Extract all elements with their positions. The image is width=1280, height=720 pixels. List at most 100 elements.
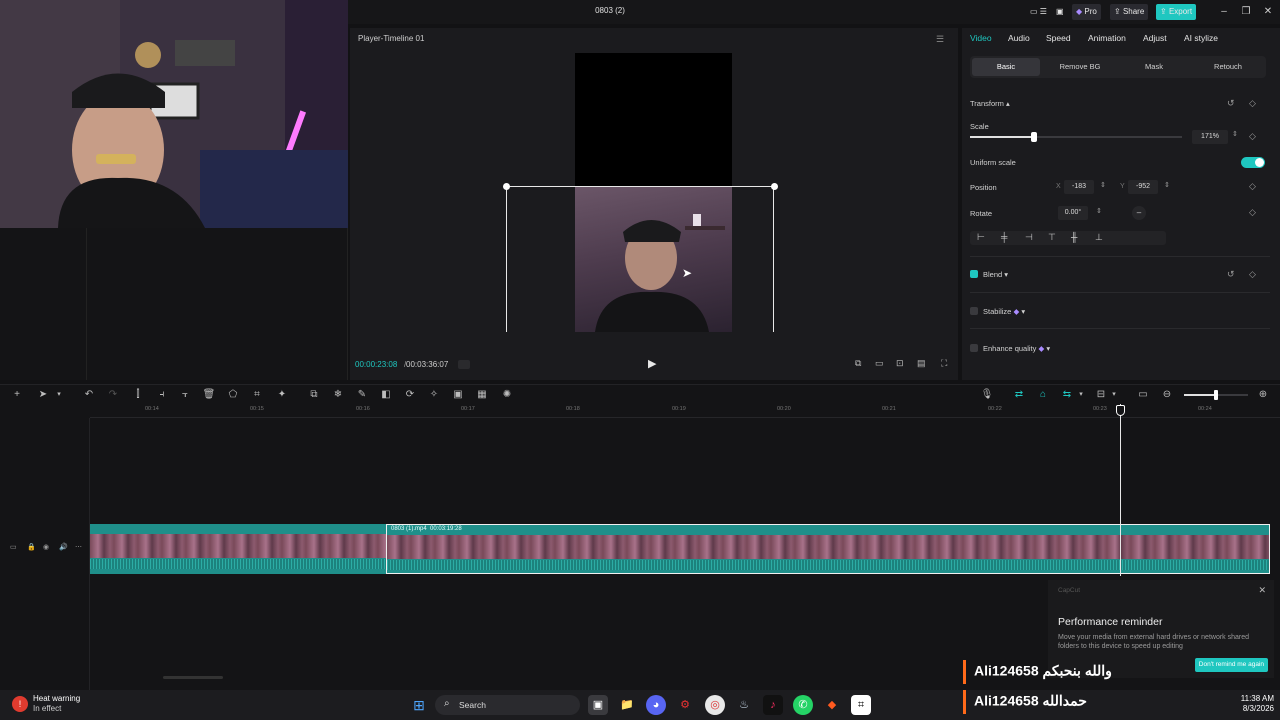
ai-icon[interactable]: ✺ (500, 388, 514, 402)
capcut-icon[interactable]: ⌗ (851, 695, 871, 715)
share-button[interactable]: ⇪ Share (1110, 4, 1149, 20)
align-middle-icon[interactable]: ╫ (1071, 232, 1077, 242)
chrome-icon[interactable]: ◎ (705, 695, 725, 715)
tab-ai-stylize[interactable]: AI stylize (1184, 33, 1218, 43)
whatsapp-icon[interactable]: ✆ (793, 695, 813, 715)
tiktok-icon[interactable]: ♪ (763, 695, 783, 715)
zoom-slider[interactable] (1184, 390, 1248, 400)
screenshot-icon[interactable]: ⊡ (896, 358, 904, 369)
playhead[interactable] (1116, 404, 1125, 576)
time-ruler[interactable]: 00:14 00:15 00:16 00:17 00:18 00:19 00:2… (90, 404, 1280, 418)
search-box[interactable]: ⌕ Search (435, 695, 580, 715)
weather-title[interactable]: Heat warning (33, 694, 80, 703)
subtab-remove-bg[interactable]: Remove BG (1046, 58, 1114, 76)
aspect-icon[interactable]: ▤ (917, 358, 926, 369)
rotate-tool-icon[interactable]: ⟳ (403, 388, 417, 402)
cover-icon[interactable]: ▭ (10, 543, 17, 551)
maximize-icon[interactable]: ❐ (1236, 4, 1256, 20)
scale-value[interactable]: 171% (1192, 130, 1228, 144)
heat-warning-icon[interactable]: ! (12, 696, 28, 712)
preview-icon[interactable]: ⊟ (1094, 388, 1108, 402)
stepper-icon[interactable]: ⇕ (1096, 207, 1102, 215)
volume-icon[interactable]: 🔊 (59, 543, 68, 551)
enhance-label[interactable]: Enhance quality ◆ ▾ (983, 344, 1050, 353)
align-center-icon[interactable]: ╪ (1001, 232, 1007, 242)
tab-speed[interactable]: Speed (1046, 33, 1071, 43)
app-icon[interactable]: ◆ (822, 695, 842, 715)
stabilize-label[interactable]: Stabilize ◆ ▾ (983, 307, 1025, 316)
timecode-format-icon[interactable] (458, 360, 470, 369)
reset-icon[interactable]: ↺ (1227, 98, 1235, 109)
zoom-in-icon[interactable]: ⊕ (1256, 388, 1270, 402)
ratio-icon[interactable]: ▭ (875, 358, 884, 369)
position-x-input[interactable]: -183 (1064, 180, 1094, 194)
keyframe-icon[interactable]: ◇ (1249, 181, 1256, 192)
image-icon[interactable]: ▦ (475, 388, 489, 402)
windows-start-icon[interactable]: ⊞ (409, 695, 429, 715)
effects-icon[interactable]: ✦ (275, 388, 289, 402)
tab-video[interactable]: Video (970, 33, 992, 43)
enhance-checkbox[interactable] (970, 344, 978, 352)
eye-icon[interactable]: ◉ (43, 543, 49, 551)
play-icon[interactable]: ▶ (648, 357, 656, 370)
crop-icon[interactable]: ⧉ (855, 358, 861, 369)
marker-icon[interactable]: ⬠ (226, 388, 240, 402)
hd-icon[interactable]: ▣ (451, 388, 465, 402)
blend-checkbox[interactable] (970, 270, 978, 278)
file-explorer-icon[interactable]: 📁 (617, 695, 637, 715)
rotate-input[interactable]: 0.00° (1058, 206, 1088, 220)
reset-icon[interactable]: ↺ (1227, 269, 1235, 280)
align-bottom-icon[interactable]: ⊥ (1095, 232, 1103, 243)
magnet-icon[interactable]: ⌂ (1036, 388, 1050, 402)
split-right-icon[interactable]: ⫟ (178, 388, 192, 402)
align-left-icon[interactable]: ⊢ (977, 232, 985, 243)
resize-handle[interactable] (771, 183, 778, 190)
clock-time[interactable]: 11:38 AM (1234, 694, 1274, 703)
stepper-icon[interactable]: ⇕ (1232, 130, 1238, 138)
redo-icon[interactable]: ↷ (106, 388, 120, 402)
lock-icon[interactable]: 🔒 (27, 543, 36, 551)
layout-icon[interactable]: ▭ ☰ (1026, 4, 1051, 20)
stabilize-checkbox[interactable] (970, 307, 978, 315)
scale-slider[interactable] (970, 132, 1182, 142)
keyframe-icon[interactable]: ◇ (1249, 131, 1256, 142)
minimize-icon[interactable]: – (1214, 4, 1234, 20)
align-top-icon[interactable]: ⊤ (1048, 232, 1056, 243)
timeline-scrollbar[interactable] (163, 676, 223, 679)
task-view-icon[interactable]: ▣ (588, 695, 608, 715)
export-button[interactable]: ⇪ Export (1156, 4, 1197, 20)
position-y-input[interactable]: -952 (1128, 180, 1158, 194)
selection-box[interactable] (506, 186, 774, 332)
keyframe-icon[interactable]: ◇ (1249, 98, 1256, 109)
dont-remind-button[interactable]: Don't remind me again (1194, 658, 1268, 672)
freeze-icon[interactable]: ❄ (331, 388, 345, 402)
split-icon[interactable]: ⫿ (131, 388, 145, 402)
settings-icon[interactable]: ⚙ (675, 695, 695, 715)
transform-label[interactable]: Transform ▴ (970, 99, 1010, 108)
select-tool-icon[interactable]: ➤ (36, 388, 50, 402)
pro-button[interactable]: ◆ Pro (1072, 4, 1101, 20)
steam-icon[interactable]: ♨ (734, 695, 754, 715)
scale-slider-knob[interactable] (1030, 132, 1037, 142)
menu-icon[interactable]: ☰ (936, 34, 944, 45)
caption-icon[interactable]: ▭ (1136, 388, 1150, 402)
keyframe-icon[interactable]: ◇ (1249, 269, 1256, 280)
video-clip-selected[interactable]: 0803 (1).mp4 00:03:19:28 (386, 524, 1270, 574)
subtab-mask[interactable]: Mask (1120, 58, 1188, 76)
fullscreen-icon[interactable]: ⛶ (941, 358, 947, 369)
blend-label[interactable]: Blend ▾ (983, 270, 1008, 279)
link-icon[interactable]: ⇄ (1012, 388, 1026, 402)
tab-animation[interactable]: Animation (1088, 33, 1126, 43)
split-left-icon[interactable]: ⫞ (155, 388, 169, 402)
zoom-out-icon[interactable]: ⊖ (1160, 388, 1174, 402)
discord-icon[interactable]: ◕ (646, 695, 666, 715)
stepper-icon[interactable]: ⇕ (1164, 181, 1170, 189)
tab-adjust[interactable]: Adjust (1143, 33, 1167, 43)
snap-icon[interactable]: ⇆ (1060, 388, 1074, 402)
delete-icon[interactable]: 🗑 (202, 388, 216, 402)
keyframe-icon[interactable]: ◇ (1249, 207, 1256, 218)
undo-icon[interactable]: ↶ (82, 388, 96, 402)
tab-audio[interactable]: Audio (1008, 33, 1030, 43)
subtab-retouch[interactable]: Retouch (1194, 58, 1262, 76)
chevron-down-icon[interactable]: ▾ (52, 388, 66, 402)
